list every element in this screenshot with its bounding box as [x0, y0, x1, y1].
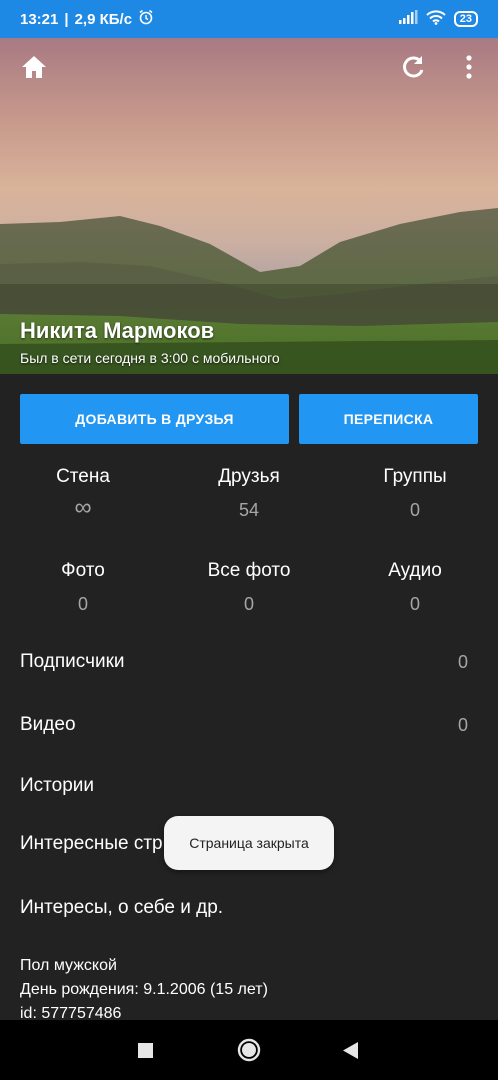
counter-value: 0 [243, 594, 254, 614]
counter-label: Группы [383, 466, 447, 487]
refresh-icon[interactable] [396, 50, 430, 84]
online-status: Был в сети сегодня в 3:00 с мобильного [20, 350, 280, 366]
list-item-label: Видео [20, 714, 76, 735]
gender-text: Пол мужской [20, 957, 117, 974]
list-item-stories[interactable]: Истории [0, 761, 498, 811]
list-item-followers[interactable]: Подписчики 0 [0, 637, 498, 687]
list-item-videos[interactable]: Видео 0 [0, 700, 498, 750]
profile-cover: Никита Мармоков Был в сети сегодня в 3:0… [0, 38, 498, 374]
counter-value: ∞ [74, 494, 92, 521]
profile-name: Никита Мармоков [20, 318, 215, 343]
counter-label: Друзья [218, 466, 280, 487]
list-item-label: Интересы, о себе и др. [20, 897, 224, 918]
counters-row: Фото 0 Все фото 0 Аудио 0 [0, 560, 498, 615]
status-time: 13:21 [20, 10, 59, 28]
counter-groups[interactable]: Группы 0 [332, 466, 498, 522]
back-icon[interactable] [343, 1042, 358, 1064]
counter-audio[interactable]: Аудио 0 [332, 560, 498, 615]
counter-label: Все фото [207, 560, 291, 581]
list-item-interests[interactable]: Интересы, о себе и др. [0, 883, 498, 933]
battery-icon: 23 [453, 11, 478, 27]
counter-label: Фото [61, 560, 105, 581]
alarm-icon [138, 9, 154, 29]
signal-icon [398, 10, 418, 28]
status-bar: 13:21 | 2,9 КБ/с 23 [0, 0, 498, 38]
counters-row: Стена ∞ Друзья 54 Группы 0 [0, 466, 498, 522]
list-item-label: Интересные стр [20, 833, 163, 854]
toast-message: Страница закрыта [164, 816, 334, 870]
system-nav-bar [0, 1020, 498, 1080]
counter-value: 54 [238, 500, 260, 520]
counter-all-photos[interactable]: Все фото 0 [166, 560, 332, 615]
list-item-value: 0 [457, 714, 468, 735]
counter-wall[interactable]: Стена ∞ [0, 466, 166, 522]
counter-photos[interactable]: Фото 0 [0, 560, 166, 615]
cover-landscape [0, 208, 498, 374]
counter-friends[interactable]: Друзья 54 [166, 466, 332, 522]
recents-icon[interactable] [138, 1043, 153, 1063]
counter-value: 0 [409, 500, 420, 520]
add-friend-button[interactable]: ДОБАВИТЬ В ДРУЗЬЯ [20, 394, 289, 444]
status-speed: 2,9 КБ/с [74, 10, 133, 28]
list-item-label: Подписчики [20, 651, 125, 672]
messages-button[interactable]: ПЕРЕПИСКА [299, 394, 478, 444]
more-vert-icon[interactable] [452, 50, 486, 84]
home-nav-icon[interactable] [237, 1038, 261, 1067]
counter-label: Стена [56, 466, 110, 487]
counter-label: Аудио [388, 560, 442, 581]
list-item-value: 0 [457, 651, 468, 672]
profile-info: Пол мужской День рождения: 9.1.2006 (15 … [20, 954, 268, 1026]
counter-value: 0 [77, 594, 88, 614]
wifi-icon [426, 9, 446, 29]
home-icon[interactable] [17, 50, 51, 84]
birthday-text: День рождения: 9.1.2006 (15 лет) [20, 981, 268, 998]
status-separator: | [64, 10, 69, 28]
counter-value: 0 [409, 594, 420, 614]
list-item-label: Истории [20, 775, 95, 796]
